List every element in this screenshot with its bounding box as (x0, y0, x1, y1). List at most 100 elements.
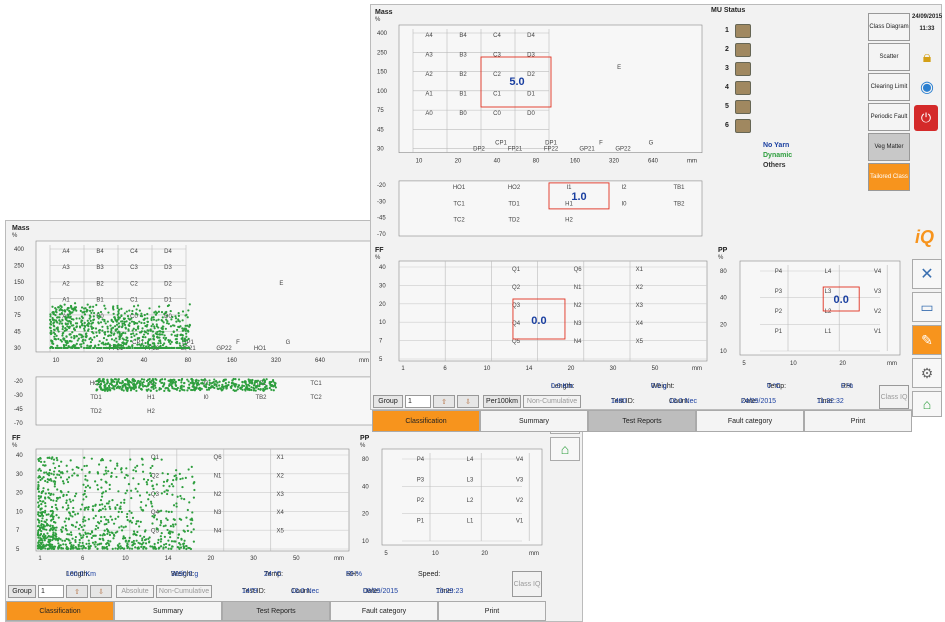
scatter-point (156, 346, 159, 350)
ff-title: FF (375, 247, 384, 254)
scatter-point (103, 304, 106, 307)
group-input[interactable]: 1 (38, 585, 64, 598)
scatter-point (120, 314, 123, 317)
tab-classification[interactable]: Classification (6, 601, 114, 621)
scatter-point (137, 547, 141, 550)
tab-classification[interactable]: Classification (372, 410, 480, 432)
scatter-point (182, 542, 185, 546)
scatter-point (153, 542, 156, 546)
scatter-point (230, 386, 233, 390)
scatter-point (59, 304, 62, 307)
lock-icon[interactable]: 🔒︎ (914, 49, 940, 77)
scatter-button[interactable]: Scatter (868, 43, 910, 71)
scatter-point (118, 316, 121, 319)
scatter-point (91, 330, 94, 334)
scatter-point (97, 311, 100, 315)
scatter-point (96, 521, 100, 524)
periodic-fault-button[interactable]: Periodic Fault (868, 103, 910, 131)
scatter-point (75, 521, 78, 524)
mass-y-tick: 400 (377, 31, 388, 37)
scatter-point (131, 309, 134, 313)
report-edit-icon[interactable]: ✎ (912, 325, 942, 355)
scatter-point (130, 335, 133, 339)
group-input[interactable]: 1 (405, 395, 431, 408)
scatter-point (123, 318, 126, 321)
home-icon[interactable]: ⌂ (912, 391, 942, 417)
scatter-point (123, 476, 126, 479)
scatter-point (136, 381, 139, 384)
clearing-limit-button[interactable]: Clearing Limit (868, 73, 910, 101)
mass-y-tick: 100 (377, 89, 388, 95)
absolute-button[interactable]: Absolute (116, 585, 154, 598)
gears-icon[interactable]: ⚙ (912, 358, 942, 388)
scatter-point (85, 506, 88, 509)
scatter-point (136, 464, 139, 468)
scatter-point (68, 542, 72, 545)
scatter-point (75, 342, 78, 345)
prev-arrow-icon[interactable]: ⇧ (66, 585, 88, 598)
scatter-point (113, 380, 116, 383)
ff-unit: % (12, 443, 18, 449)
ff-cell-label: X4 (276, 510, 284, 516)
power-icon[interactable]: ⏻ (914, 105, 938, 131)
rh-value: 0 % (841, 383, 854, 390)
scatter-point (173, 378, 176, 382)
scatter-point (82, 483, 85, 486)
mass-cell-label: HO1 (453, 185, 466, 191)
scatter-point (170, 547, 173, 550)
scatter-point (138, 309, 141, 312)
scatter-point (55, 456, 58, 460)
mass-x-tick: 20 (97, 358, 104, 364)
tab-test-reports[interactable]: Test Reports (588, 410, 696, 432)
mass-cell-label: GP22 (615, 147, 631, 153)
pp-cell-label: V2 (874, 309, 882, 315)
group-button[interactable]: Group (8, 585, 36, 598)
home-icon[interactable]: ⌂ (550, 437, 580, 461)
scatter-point (81, 503, 84, 506)
scatter-point (73, 334, 76, 338)
scatter-point (74, 322, 78, 325)
tools-icon[interactable]: ✕ (912, 259, 942, 289)
scatter-point (82, 346, 86, 350)
scatter-point (136, 343, 139, 346)
tab-summary[interactable]: Summary (114, 601, 222, 621)
scatter-point (139, 387, 143, 391)
scatter-point (88, 309, 92, 312)
scatter-point (163, 378, 167, 381)
mass-cell-label: A2 (425, 72, 433, 78)
tab-print[interactable]: Print (804, 410, 912, 432)
group-button[interactable]: Group (373, 395, 403, 408)
per100km-button[interactable]: Per100km (483, 395, 521, 408)
tab-fault-category[interactable]: Fault category (696, 410, 804, 432)
scatter-point (171, 531, 174, 534)
scatter-point (73, 472, 76, 475)
mass-y-tick: 150 (377, 70, 388, 76)
globe-icon[interactable]: ◉ (914, 77, 940, 105)
tab-print[interactable]: Print (438, 601, 546, 621)
scatter-point (49, 493, 52, 497)
scatter-point (159, 387, 163, 390)
tailored-class-button[interactable]: Tailored Class (868, 163, 910, 191)
monitor-icon[interactable]: ▭ (912, 292, 942, 322)
prev-arrow-icon[interactable]: ⇧ (433, 395, 455, 408)
scatter-point (106, 346, 110, 350)
scatter-point (162, 525, 165, 528)
next-arrow-icon[interactable]: ⇩ (90, 585, 112, 598)
non-cumulative-button[interactable]: Non-Cumulative (523, 395, 581, 408)
scatter-point (249, 381, 252, 384)
veg-matter-button[interactable]: Veg Matter (868, 133, 910, 161)
scatter-point (70, 317, 73, 321)
tab-test-reports[interactable]: Test Reports (222, 601, 330, 621)
class-diagram-button[interactable]: Class Diagram (868, 13, 910, 41)
class-iq-button[interactable]: Class IQ (879, 385, 909, 409)
class-iq-button[interactable]: Class IQ (512, 571, 542, 597)
scatter-point (186, 389, 189, 392)
tab-summary[interactable]: Summary (480, 410, 588, 432)
non-cumulative-button[interactable]: Non-Cumulative (156, 585, 212, 598)
tab-fault-category[interactable]: Fault category (330, 601, 438, 621)
mass-cell-label: C2 (130, 281, 138, 287)
mass-cell-label: TD1 (508, 201, 520, 207)
scatter-point (188, 383, 191, 386)
next-arrow-icon[interactable]: ⇩ (457, 395, 479, 408)
temp-value: 24 °C (264, 571, 282, 578)
